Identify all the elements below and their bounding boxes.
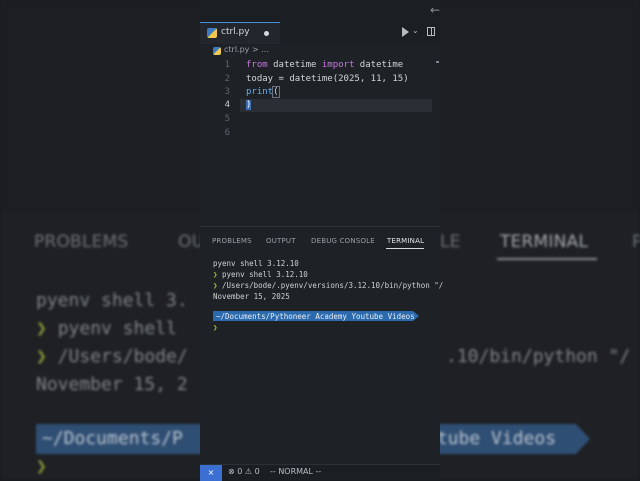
chevron-down-icon[interactable]: ⌄: [412, 26, 419, 35]
code-line-2: today = datetime(2025, 11, 15): [246, 74, 409, 84]
line-number-active: 4: [224, 100, 230, 110]
back-arrow-icon[interactable]: ←: [430, 3, 440, 17]
terminal-line-3: ❯ /Users/bode/.pyenv/versions/3.12.10/bi…: [213, 281, 444, 290]
run-icon[interactable]: [402, 27, 409, 37]
tab-problems[interactable]: PROBLEMS: [212, 237, 252, 245]
bg-line-1: pyenv shell 3.: [36, 290, 188, 311]
python-icon: [207, 28, 217, 38]
bg-tab-console: LE: [440, 232, 461, 252]
terminal-output: November 15, 2025: [213, 292, 290, 301]
bg-path-right: utube Videos: [426, 428, 557, 449]
code-editor[interactable]: 1 2 3 4 5 6 from datetime import datetim…: [200, 58, 440, 226]
code-line-4: ): [246, 100, 252, 110]
terminal-line-1: pyenv shell 3.12.10: [213, 259, 299, 268]
bg-line-4: November 15, 2: [36, 374, 188, 395]
line-number: 2: [224, 74, 230, 84]
bg-tab-problems: PROBLEMS: [34, 232, 129, 252]
minimap-marker: [436, 61, 439, 63]
breadcrumb: ctrl.py > ...: [200, 44, 440, 58]
cursor-paren: ): [246, 100, 252, 110]
bottom-panel: PROBLEMS OUTPUT DEBUG CONSOLE TERMINAL p…: [200, 226, 444, 465]
terminal-line-2: ❯ pyenv shell 3.12.10: [213, 270, 308, 279]
tab-ctrl-py[interactable]: ctrl.py: [200, 22, 280, 44]
prompt-path-text: ~/Documents/Pythoneer Academy Youtube Vi…: [216, 312, 415, 321]
terminal-prompt[interactable]: ❯: [213, 323, 218, 332]
code-line-1: from datetime import datetime: [246, 60, 404, 70]
tab-debug-console[interactable]: DEBUG CONSOLE: [311, 237, 375, 245]
bg-tab-terminal: TERMINAL: [500, 232, 589, 252]
bg-tab-ports: P: [632, 232, 640, 252]
vim-mode: -- NORMAL --: [270, 467, 322, 476]
line-number: 3: [224, 87, 230, 97]
unsaved-dot-icon[interactable]: [264, 31, 269, 36]
code-line-3: print(: [246, 86, 280, 98]
line-number: 5: [224, 114, 230, 124]
tab-label: ctrl.py: [221, 27, 250, 37]
bg-tab-underline: [497, 258, 597, 260]
bg-path-left: ~/Documents/P: [42, 428, 183, 449]
remote-icon[interactable]: ⨯: [200, 465, 222, 481]
active-tab-underline: [386, 248, 424, 249]
line-number: 6: [224, 128, 230, 138]
line-number: 1: [224, 60, 230, 70]
bg-line-3: ❯ /Users/bode/: [36, 346, 188, 367]
editor-tab-bar: ctrl.py ⌄: [200, 22, 440, 44]
tab-terminal[interactable]: TERMINAL: [387, 237, 424, 245]
breadcrumb-text[interactable]: ctrl.py > ...: [224, 45, 269, 54]
bg-prompt-last: ❯: [36, 456, 47, 477]
status-bar: ⨯ ⊗ 0 ⚠ 0 -- NORMAL --: [200, 464, 440, 481]
split-editor-icon[interactable]: [427, 27, 435, 36]
current-line-highlight: [240, 99, 432, 112]
breadcrumb-python-icon: [213, 47, 221, 55]
bg-line-2: ❯ pyenv shell: [36, 318, 177, 339]
title-bar: ←: [200, 0, 440, 22]
bg-path-arrow: [576, 424, 590, 454]
problems-count[interactable]: ⊗ 0 ⚠ 0: [228, 467, 260, 476]
tab-output[interactable]: OUTPUT: [266, 237, 296, 245]
editor-window: ← ctrl.py ⌄ ctrl.py > ... 1 2 3 4 5 6 fr…: [200, 0, 444, 481]
bg-line-3-right: .10/bin/python "/: [446, 346, 631, 367]
